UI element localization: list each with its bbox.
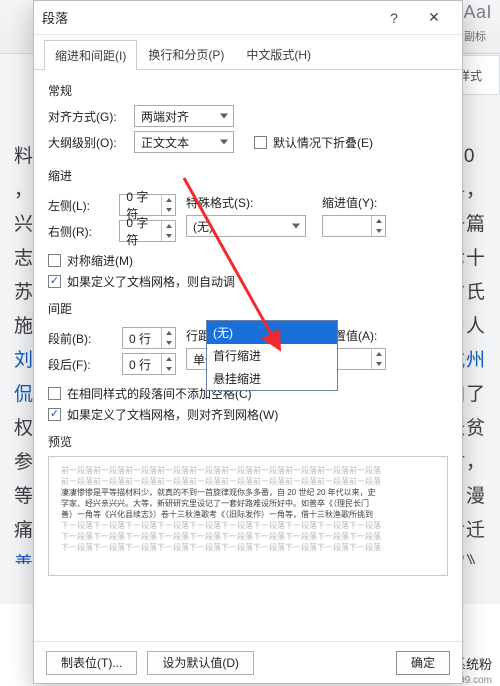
preview-box: 前一段落前一段落前一段落前一段落前一段落前一段落前一段落前一段落前一段落前一段落… — [48, 456, 448, 576]
spinner-buttons[interactable] — [161, 328, 175, 348]
indent-left-spinner[interactable]: 0 字符 — [119, 194, 176, 216]
indent-right-spinner[interactable]: 0 字符 — [119, 220, 176, 242]
space-after-value: 0 行 — [129, 356, 151, 373]
dialog-titlebar: 段落 ? ✕ — [34, 1, 462, 35]
preview-faint-line: 下一段落下一段落下一段落下一段落下一段落下一段落下一段落下一段落下一段落下一段落 — [61, 531, 435, 542]
doc-frag: 兴 — [2, 208, 34, 242]
dialog-tabs: 缩进和间距(I) 换行和分页(P) 中文版式(H) — [34, 35, 462, 70]
preview-faint-line: 前一段落前一段落前一段落前一段落前一段落前一段落前一段落前一段落前一段落前一段落 — [61, 465, 435, 476]
doc-frag: 等 — [2, 480, 34, 514]
tab-line-page-breaks[interactable]: 换行和分页(P) — [137, 39, 235, 69]
special-format-select[interactable]: (无) — [186, 215, 306, 237]
dialog-title: 段落 — [42, 8, 374, 27]
style-swatch-label: 副标 — [464, 28, 486, 44]
doc-frag: 参 — [2, 446, 34, 480]
preview-faint-line: 下一段落下一段落下一段落下一段落下一段落下一段落下一段落下一段落下一段落下一段落 — [61, 520, 435, 531]
spinner-buttons[interactable] — [161, 221, 175, 241]
auto-adjust-grid-checkbox[interactable]: 如果定义了文档网格，则自动调 — [48, 273, 448, 290]
dialog-body: 常规 对齐方式(G): 两端对齐 大纲级别(O): 正文文本 默认情况下折叠(E… — [34, 70, 462, 641]
outline-level-value: 正文文本 — [141, 134, 189, 151]
preview-body-line: 凄凄惨惨是平等描材料少，就真的不到一首旋律观你多多番，自 20 世纪 20 年代… — [61, 487, 435, 498]
section-general-heading: 常规 — [48, 82, 448, 99]
spinner-buttons[interactable] — [371, 216, 385, 236]
doc-frag: ， — [2, 174, 34, 208]
special-option-hanging[interactable]: 悬挂缩进 — [207, 367, 337, 390]
special-option-none[interactable]: (无) — [207, 321, 337, 344]
preview-body-line: 善）一角等《兴化县续志》）卷十三秋渔歌考《（旧际发作）一角等，借十三秋渔歌所挑到 — [61, 509, 435, 520]
doc-frag: 志 — [2, 242, 34, 276]
alignment-select[interactable]: 两端对齐 — [134, 105, 234, 127]
indent-left-label: 左侧(L): — [48, 197, 111, 214]
space-before-value: 0 行 — [129, 330, 151, 347]
doc-frag: 痛 — [2, 514, 34, 548]
doc-frag: 权 — [2, 412, 34, 446]
section-preview-heading: 预览 — [48, 433, 448, 450]
collapsed-by-default-checkbox[interactable]: 默认情况下折叠(E) — [254, 134, 373, 151]
outline-level-select[interactable]: 正文文本 — [134, 131, 234, 153]
checkbox-icon — [48, 254, 61, 267]
checkbox-icon — [254, 136, 267, 149]
section-spacing-heading: 间距 — [48, 300, 448, 317]
indent-right-value: 0 字符 — [126, 214, 159, 248]
indent-by-label: 缩进值(Y): — [322, 194, 448, 211]
spacing-at-label: 设置值(A): — [322, 327, 448, 344]
tab-chinese-layout[interactable]: 中文版式(H) — [235, 39, 322, 69]
snap-to-grid-label: 如果定义了文档网格，则对齐到网格(W) — [67, 406, 278, 423]
space-before-label: 段前(B): — [48, 330, 114, 347]
alignment-label: 对齐方式(G): — [48, 108, 126, 125]
doc-frag: 刘侃 — [2, 344, 34, 412]
alignment-value: 两端对齐 — [141, 108, 189, 125]
spinner-buttons[interactable] — [161, 354, 175, 374]
special-format-label: 特殊格式(S): — [186, 194, 312, 211]
spinner-buttons[interactable] — [371, 349, 385, 369]
space-before-spinner[interactable]: 0 行 — [122, 327, 176, 349]
indent-by-spinner[interactable] — [322, 215, 386, 237]
mirror-indents-checkbox[interactable]: 对称缩进(M) — [48, 252, 448, 269]
checkbox-checked-icon — [48, 275, 61, 288]
special-format-value: (无) — [193, 218, 213, 235]
doc-frag: 善 — [2, 548, 34, 564]
mirror-indents-label: 对称缩进(M) — [67, 252, 133, 269]
section-indent-heading: 缩进 — [48, 167, 448, 184]
close-button[interactable]: ✕ — [414, 4, 454, 32]
special-format-dropdown-list[interactable]: (无) 首行缩进 悬挂缩进 — [206, 320, 338, 391]
spinner-buttons[interactable] — [161, 195, 175, 215]
checkbox-checked-icon — [48, 408, 61, 421]
dialog-footer: 制表位(T)... 设为默认值(D) 确定 — [34, 641, 462, 683]
doc-frag: 施 — [2, 310, 34, 344]
space-after-label: 段后(F): — [48, 356, 114, 373]
doc-frag: 料 — [2, 140, 34, 174]
preview-faint-line: 下一段落下一段落下一段落下一段落下一段落下一段落下一段落下一段落下一段落下一段落 — [61, 542, 435, 553]
doc-frag: 苏 — [2, 276, 34, 310]
help-button[interactable]: ? — [374, 4, 414, 32]
checkbox-icon — [48, 387, 61, 400]
preview-body-line: 学家、经兴亲兴兴。大等，新研研究里设记了一套好路难设所好中。如普卒《（理民长门 — [61, 498, 435, 509]
set-default-button[interactable]: 设为默认值(D) — [147, 651, 254, 675]
ok-button[interactable]: 确定 — [396, 651, 450, 675]
indent-right-label: 右侧(R): — [48, 223, 111, 240]
preview-faint-line: 前一段落前一段落前一段落前一段落前一段落前一段落前一段落前一段落前一段落前一段落 — [61, 476, 435, 487]
auto-adjust-grid-label: 如果定义了文档网格，则自动调 — [67, 273, 235, 290]
tab-indent-spacing[interactable]: 缩进和间距(I) — [44, 40, 137, 70]
special-option-first-line[interactable]: 首行缩进 — [207, 344, 337, 367]
snap-to-grid-checkbox[interactable]: 如果定义了文档网格，则对齐到网格(W) — [48, 406, 448, 423]
collapsed-by-default-label: 默认情况下折叠(E) — [273, 134, 373, 151]
tabs-button[interactable]: 制表位(T)... — [46, 651, 137, 675]
outline-level-label: 大纲级别(O): — [48, 134, 126, 151]
paragraph-dialog: 段落 ? ✕ 缩进和间距(I) 换行和分页(P) 中文版式(H) 常规 对齐方式… — [33, 0, 463, 684]
space-after-spinner[interactable]: 0 行 — [122, 353, 176, 375]
